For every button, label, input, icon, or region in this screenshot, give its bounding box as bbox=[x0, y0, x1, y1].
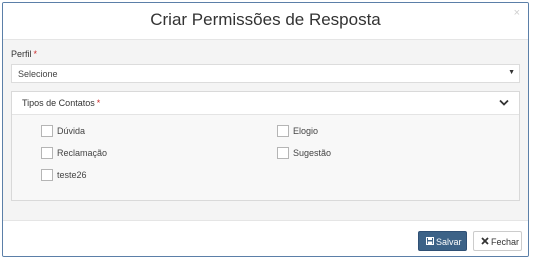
save-button-label: Salvar bbox=[436, 237, 462, 247]
panel-title: Tipos de Contatos * bbox=[22, 98, 100, 108]
option-label: Sugestão bbox=[293, 148, 332, 158]
tipos-contatos-panel-header[interactable]: Tipos de Contatos * bbox=[12, 92, 519, 115]
tipos-contatos-panel: Tipos de Contatos * Dúvida Elogio Reclama bbox=[11, 91, 520, 201]
checkbox[interactable] bbox=[41, 125, 53, 137]
close-icon[interactable]: × bbox=[514, 7, 520, 19]
checkbox[interactable] bbox=[277, 147, 289, 159]
required-mark: * bbox=[33, 49, 38, 59]
option-label: teste26 bbox=[57, 170, 87, 180]
checkbox[interactable] bbox=[41, 169, 53, 181]
modal-title: Criar Permissões de Resposta bbox=[150, 10, 381, 29]
perfil-label-text: Perfil bbox=[11, 49, 32, 59]
times-icon bbox=[481, 237, 489, 245]
perfil-label: Perfil * bbox=[11, 49, 37, 59]
required-mark: * bbox=[96, 98, 101, 108]
close-button[interactable]: Fechar bbox=[473, 231, 522, 251]
option-label: Elogio bbox=[293, 126, 319, 136]
caret-down-icon: ▼ bbox=[508, 69, 515, 76]
tipos-contatos-panel-body: Dúvida Elogio Reclamação Sugestão teste2… bbox=[12, 115, 519, 200]
checkbox[interactable] bbox=[41, 147, 53, 159]
perfil-select[interactable]: Selecione ▼ bbox=[11, 64, 520, 83]
chevron-down-icon[interactable] bbox=[499, 99, 509, 106]
checkbox[interactable] bbox=[277, 125, 289, 137]
option-label: Dúvida bbox=[57, 126, 86, 136]
option-label: Reclamação bbox=[57, 148, 108, 158]
modal-footer: Salvar Fechar bbox=[3, 220, 528, 256]
close-button-label: Fechar bbox=[491, 237, 520, 247]
save-button[interactable]: Salvar bbox=[418, 231, 467, 251]
floppy-disk-icon bbox=[426, 237, 434, 245]
panel-title-text: Tipos de Contatos bbox=[22, 98, 95, 108]
perfil-select-value: Selecione bbox=[18, 69, 58, 79]
modal-dialog: Criar Permissões de Resposta × Perfil * S… bbox=[2, 2, 529, 257]
modal-body: Perfil * Selecione ▼ Tipos de Contatos * D… bbox=[3, 40, 528, 220]
modal-header: Criar Permissões de Resposta × bbox=[3, 3, 528, 40]
